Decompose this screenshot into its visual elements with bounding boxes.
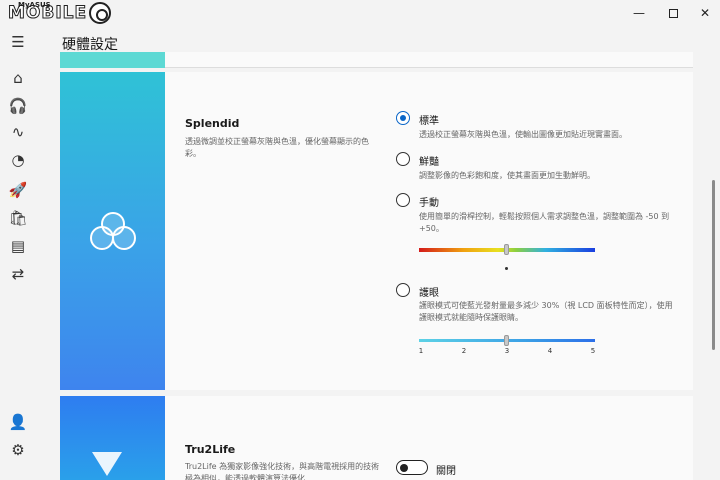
eye-care-tick: 1 [418,347,424,355]
settings-icon[interactable]: ⚙ [6,438,30,462]
radio-manual-desc: 使用簡單的滑桿控制，輕鬆按照個人需求調整色溫，調整範圍為 -50 到 +50。 [419,212,670,233]
rocket-icon[interactable]: 🚀 [6,178,30,202]
user-icon[interactable]: 👤 [6,410,30,434]
slider-center-marker [505,267,508,270]
page-title: 硬體設定 [62,37,118,53]
radio-standard-desc: 透過校正螢幕灰階與色溫，使輸出圖像更加貼近現實畫面。 [419,130,627,139]
radio-vivid-label[interactable]: 鮮豔 [419,153,439,168]
tru2life-banner [60,396,165,480]
previous-section-panel [60,52,693,68]
divider [165,67,693,68]
close-button[interactable]: ✕ [688,0,720,26]
splendid-title: Splendid [185,117,240,130]
maximize-icon [668,8,678,18]
minimize-button[interactable]: — [622,0,656,26]
diagnostics-icon[interactable]: ◔ [6,148,30,172]
tru2life-description: Tru2Life 為獨家影像強化技術，與高階電視採用的技術極為相似，能透過軟體演… [185,462,380,480]
radio-standard[interactable] [396,111,410,125]
previous-section-banner [60,52,165,68]
home-icon[interactable]: ⌂ [6,66,30,90]
splendid-banner [60,72,165,390]
menu-icon[interactable]: ☰ [6,30,30,54]
sidebar: ☰ ⌂ 🎧 ∿ ◔ 🚀 🛍 ▤ ⇄ 👤 ⚙ [0,26,36,480]
eye-care-tick: 5 [590,347,596,355]
bag-icon[interactable]: 🛍 [6,206,30,230]
radio-vivid[interactable] [396,152,410,166]
logo-badge-icon [89,2,112,24]
title-bar: MyASUS MOBILE — ✕ [0,0,720,26]
scrollbar[interactable] [712,180,715,350]
close-icon: ✕ [699,6,711,20]
splendid-description: 透過微調並校正螢幕灰階與色溫，優化螢幕顯示的色彩。 [185,137,369,158]
radio-vivid-desc: 調整影像的色彩飽和度，使其畫面更加生動鮮明。 [419,171,595,180]
document-icon[interactable]: ▤ [6,234,30,258]
radio-eye-care-desc: 護眼模式可使藍光發射量最多減少 30%（視 LCD 面板特性而定），使用護眼模式… [419,301,673,322]
eye-care-tick: 2 [461,347,467,355]
tru2life-toggle-label: 關閉 [436,466,456,477]
logo-small-text: MyASUS [18,1,51,9]
eye-care-tick: 4 [547,347,553,355]
link-icon[interactable]: ⇄ [6,262,30,286]
minimize-icon: — [633,6,645,20]
pulse-icon[interactable]: ∿ [6,120,30,144]
headset-icon[interactable]: 🎧 [6,94,30,118]
tru2life-toggle[interactable] [396,460,428,475]
eye-care-slider-thumb[interactable] [504,335,509,346]
radio-eye-care-label[interactable]: 護眼 [419,284,439,299]
app-logo: MyASUS MOBILE [7,1,112,24]
eye-care-tick: 3 [504,347,510,355]
radio-manual-label[interactable]: 手動 [419,194,439,209]
radio-standard-label[interactable]: 標準 [419,112,439,127]
maximize-button[interactable] [656,0,690,26]
radio-manual[interactable] [396,193,410,207]
tru2life-title: Tru2Life [185,443,236,456]
color-temperature-slider-thumb[interactable] [504,244,509,255]
color-circles-icon [90,212,136,252]
tru2life-logo-icon [92,452,122,476]
radio-eye-care[interactable] [396,283,410,297]
